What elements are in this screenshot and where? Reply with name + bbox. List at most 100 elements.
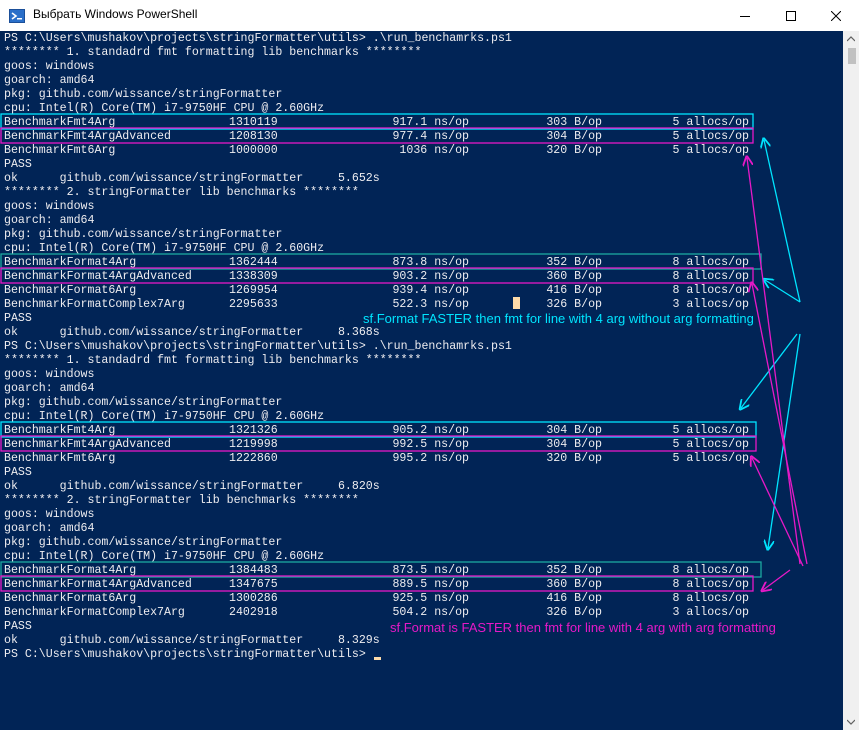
benchmark-bytes-per-op: 326 B/op [546, 298, 602, 311]
benchmark-allocs-per-op: 8 allocs/op [672, 270, 749, 283]
console-line: ok github.com/wissance/stringFormatter 8… [4, 326, 380, 339]
console-line: goos: windows [4, 60, 95, 73]
scrollbar-thumb[interactable] [848, 48, 856, 64]
benchmark-name: BenchmarkFmt4Arg [4, 424, 116, 437]
console-line: goarch: amd64 [4, 74, 95, 87]
benchmark-iterations: 1384483 [229, 564, 278, 577]
benchmark-iterations: 1269954 [229, 284, 278, 297]
benchmark-name: BenchmarkFormat4Arg [4, 564, 137, 577]
benchmark-bytes-per-op: 304 B/op [546, 438, 602, 451]
console-line: ok github.com/wissance/stringFormatter 6… [4, 480, 380, 493]
benchmark-bytes-per-op: 360 B/op [546, 578, 602, 591]
benchmark-ns-per-op: 903.2 ns/op [392, 270, 469, 283]
benchmark-ns-per-op: 939.4 ns/op [392, 284, 469, 297]
console-line: pkg: github.com/wissance/stringFormatter [4, 396, 283, 409]
benchmark-allocs-per-op: 5 allocs/op [672, 116, 749, 129]
benchmark-iterations: 2295633 [229, 298, 278, 311]
console-line: PS C:\Users\mushakov\projects\stringForm… [4, 340, 512, 353]
benchmark-ns-per-op: 873.8 ns/op [392, 256, 469, 269]
console-line: cpu: Intel(R) Core(TM) i7-9750HF CPU @ 2… [4, 410, 325, 423]
console-line: ******** 2. stringFormatter lib benchmar… [4, 186, 359, 199]
benchmark-iterations: 1222860 [229, 452, 278, 465]
console-line: cpu: Intel(R) Core(TM) i7-9750HF CPU @ 2… [4, 242, 325, 255]
vertical-scrollbar[interactable] [843, 31, 859, 730]
console-line: pkg: github.com/wissance/stringFormatter [4, 88, 283, 101]
minimize-button[interactable] [722, 0, 768, 31]
close-icon [831, 10, 841, 21]
console-line: goarch: amd64 [4, 214, 95, 227]
benchmark-ns-per-op: 917.1 ns/op [392, 116, 469, 129]
benchmark-allocs-per-op: 5 allocs/op [672, 452, 749, 465]
benchmark-name: BenchmarkFmt4ArgAdvanced [4, 438, 171, 451]
benchmark-ns-per-op: 905.2 ns/op [392, 424, 469, 437]
benchmark-allocs-per-op: 3 allocs/op [672, 606, 749, 619]
powershell-icon [9, 9, 25, 23]
benchmark-bytes-per-op: 352 B/op [546, 256, 602, 269]
console-line: PASS [4, 158, 32, 171]
console-line: pkg: github.com/wissance/stringFormatter [4, 228, 283, 241]
benchmark-ns-per-op: 504.2 ns/op [392, 606, 469, 619]
benchmark-iterations: 1310119 [229, 116, 278, 129]
close-button[interactable] [813, 0, 859, 31]
benchmark-allocs-per-op: 8 allocs/op [672, 592, 749, 605]
benchmark-name: BenchmarkFormat4ArgAdvanced [4, 270, 192, 283]
benchmark-ns-per-op: 995.2 ns/op [392, 452, 469, 465]
title-bar[interactable]: Выбрать Windows PowerShell [0, 0, 859, 32]
benchmark-allocs-per-op: 5 allocs/op [672, 438, 749, 451]
benchmark-iterations: 1347675 [229, 578, 278, 591]
benchmark-bytes-per-op: 304 B/op [546, 130, 602, 143]
window-title: Выбрать Windows PowerShell [33, 7, 198, 21]
benchmark-ns-per-op: 925.5 ns/op [392, 592, 469, 605]
benchmark-allocs-per-op: 8 allocs/op [672, 578, 749, 591]
benchmark-allocs-per-op: 8 allocs/op [672, 564, 749, 577]
console-line: PASS [4, 312, 32, 325]
benchmark-name: BenchmarkFormatComplex7Arg [4, 606, 185, 619]
benchmark-iterations: 1219998 [229, 438, 278, 451]
benchmark-name: BenchmarkFmt4ArgAdvanced [4, 130, 171, 143]
scroll-down-arrow-icon[interactable] [843, 714, 859, 730]
scroll-up-arrow-icon[interactable] [843, 31, 859, 47]
benchmark-iterations: 1338309 [229, 270, 278, 283]
benchmark-ns-per-op: 873.5 ns/op [392, 564, 469, 577]
benchmark-allocs-per-op: 8 allocs/op [672, 284, 749, 297]
stray-cursor-block [513, 297, 520, 309]
benchmark-name: BenchmarkFmt6Arg [4, 144, 116, 157]
console-line: goarch: amd64 [4, 382, 95, 395]
benchmark-bytes-per-op: 360 B/op [546, 270, 602, 283]
benchmark-name: BenchmarkFmt6Arg [4, 452, 116, 465]
console-line: goos: windows [4, 508, 95, 521]
benchmark-name: BenchmarkFormat4Arg [4, 256, 137, 269]
minimize-icon [740, 15, 750, 17]
console-line: cpu: Intel(R) Core(TM) i7-9750HF CPU @ 2… [4, 102, 325, 115]
benchmark-allocs-per-op: 3 allocs/op [672, 298, 749, 311]
benchmark-ns-per-op: 992.5 ns/op [392, 438, 469, 451]
benchmark-name: BenchmarkFormat4ArgAdvanced [4, 578, 192, 591]
console-line: PASS [4, 466, 32, 479]
benchmark-allocs-per-op: 5 allocs/op [672, 130, 749, 143]
benchmark-name: BenchmarkFormat6Arg [4, 592, 137, 605]
benchmark-allocs-per-op: 5 allocs/op [672, 144, 749, 157]
maximize-button[interactable] [768, 0, 814, 31]
benchmark-bytes-per-op: 352 B/op [546, 564, 602, 577]
console-line: ok github.com/wissance/stringFormatter 8… [4, 634, 380, 647]
benchmark-iterations: 2402918 [229, 606, 278, 619]
benchmark-iterations: 1208130 [229, 130, 278, 143]
benchmark-iterations: 1321326 [229, 424, 278, 437]
benchmark-name: BenchmarkFormat6Arg [4, 284, 137, 297]
powershell-window: Выбрать Windows PowerShell PS C:\Users\m… [0, 0, 859, 730]
console-line: cpu: Intel(R) Core(TM) i7-9750HF CPU @ 2… [4, 550, 325, 563]
console-line: pkg: github.com/wissance/stringFormatter [4, 536, 283, 549]
benchmark-bytes-per-op: 304 B/op [546, 424, 602, 437]
console-line: ******** 2. stringFormatter lib benchmar… [4, 494, 359, 507]
console-line: ok github.com/wissance/stringFormatter 5… [4, 172, 380, 185]
magenta-annotation: sf.Format is FASTER then fmt for line wi… [390, 620, 776, 635]
console-line: PASS [4, 620, 32, 633]
benchmark-ns-per-op: 522.3 ns/op [392, 298, 469, 311]
console-line: PS C:\Users\mushakov\projects\stringForm… [4, 648, 373, 661]
benchmark-iterations: 1362444 [229, 256, 278, 269]
benchmark-allocs-per-op: 8 allocs/op [672, 256, 749, 269]
benchmark-iterations: 1300286 [229, 592, 278, 605]
console-line: ******** 1. standadrd fmt formatting lib… [4, 354, 422, 367]
benchmark-bytes-per-op: 416 B/op [546, 284, 602, 297]
maximize-icon [786, 10, 796, 21]
